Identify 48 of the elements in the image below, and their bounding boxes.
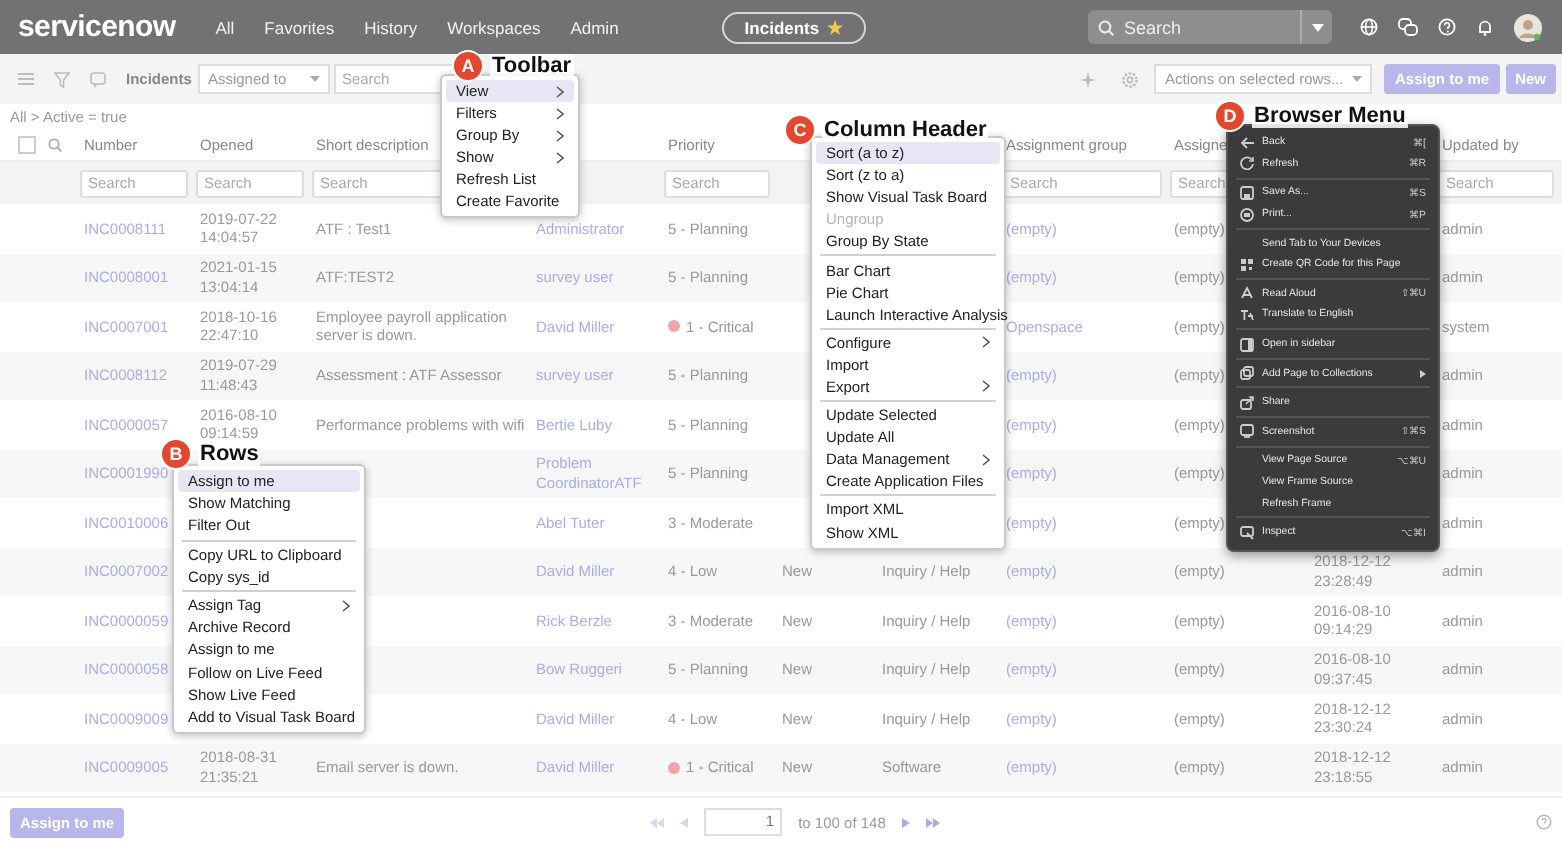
callout-title: Rows bbox=[198, 442, 261, 466]
chat-icon[interactable] bbox=[1398, 18, 1418, 36]
avatar-icon[interactable] bbox=[1514, 13, 1542, 41]
caret-icon bbox=[309, 76, 320, 82]
chevron-icon bbox=[982, 336, 990, 349]
logo: servicenow bbox=[18, 10, 176, 44]
nav-link[interactable]: Favorites bbox=[264, 17, 335, 37]
sidebar-icon bbox=[1240, 337, 1254, 352]
caret-icon[interactable] bbox=[1311, 23, 1323, 31]
search-icon[interactable] bbox=[48, 137, 62, 151]
screenshot-icon bbox=[1240, 424, 1254, 439]
nav-link[interactable]: Admin bbox=[570, 17, 619, 37]
qr-icon bbox=[1240, 257, 1254, 272]
workspace-pill[interactable]: Incidents ★ bbox=[722, 11, 866, 43]
translate-icon bbox=[1240, 307, 1254, 322]
star-icon: ★ bbox=[827, 17, 844, 37]
caret-icon bbox=[1352, 76, 1363, 82]
callout-badge: B bbox=[160, 438, 192, 470]
last-page-icon[interactable] bbox=[925, 817, 940, 827]
settings-icon[interactable] bbox=[1122, 71, 1139, 87]
first-page-icon[interactable] bbox=[650, 817, 665, 827]
search-icon bbox=[1098, 19, 1114, 35]
share-icon bbox=[1240, 395, 1254, 410]
back-icon bbox=[1240, 135, 1254, 150]
menu-icon[interactable] bbox=[18, 72, 34, 86]
sparkle-icon[interactable] bbox=[1080, 71, 1097, 87]
inspect-icon bbox=[1240, 525, 1254, 540]
callout-title: Toolbar bbox=[490, 54, 574, 78]
chevron-icon bbox=[982, 453, 990, 466]
previous-page-icon[interactable] bbox=[680, 817, 689, 827]
nav-link[interactable]: All bbox=[215, 17, 235, 37]
comment-icon[interactable] bbox=[90, 71, 106, 87]
collection-icon bbox=[1240, 366, 1254, 381]
nav-link[interactable]: History bbox=[364, 17, 418, 37]
callout-title: Column Header bbox=[822, 118, 989, 142]
chevron-icon bbox=[342, 599, 350, 612]
search-field[interactable]: Search bbox=[1088, 10, 1332, 44]
submenu-arrow-icon bbox=[1420, 369, 1426, 378]
next-page-icon[interactable] bbox=[901, 817, 910, 827]
refresh-icon bbox=[1240, 156, 1254, 171]
bell-icon[interactable] bbox=[1476, 18, 1494, 36]
chevron-icon bbox=[982, 380, 990, 393]
nav-link[interactable]: Workspaces bbox=[447, 17, 541, 37]
select-all-checkbox[interactable] bbox=[18, 135, 36, 153]
globe-icon[interactable] bbox=[1360, 18, 1378, 36]
filter-icon[interactable] bbox=[54, 71, 70, 87]
callout-title: Browser Menu bbox=[1252, 104, 1408, 128]
save-icon bbox=[1240, 185, 1254, 200]
